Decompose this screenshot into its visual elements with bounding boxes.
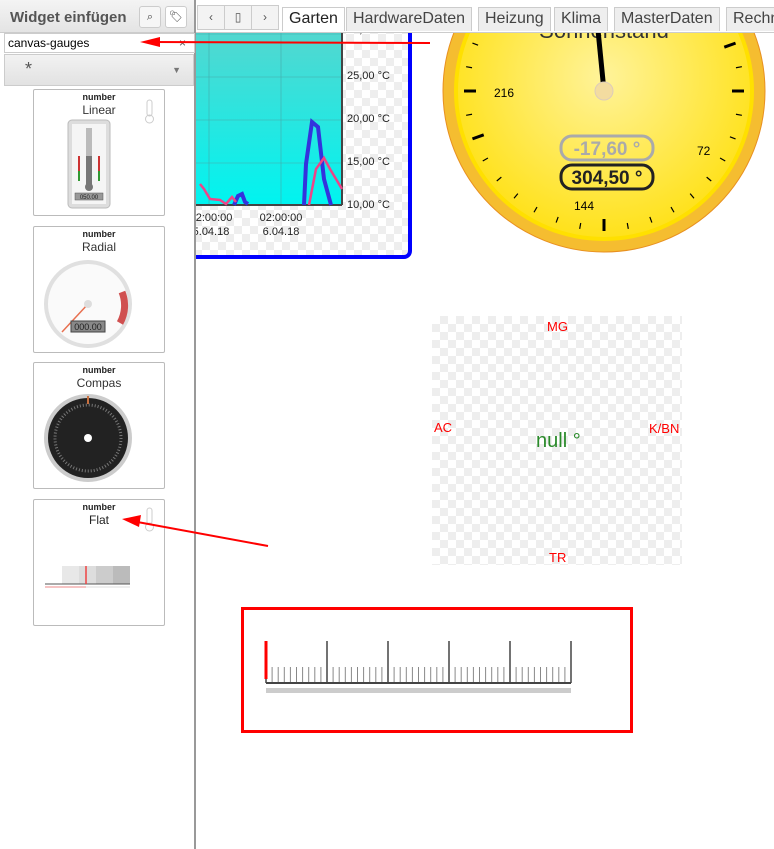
radial-gauge-preview: 000.00: [44, 260, 132, 348]
sidebar-title: Widget einfügen: [10, 9, 127, 26]
tag-icon[interactable]: 🏷: [165, 6, 187, 28]
thermometer-icon: [145, 99, 154, 124]
filter-value: *: [25, 59, 33, 79]
tab-heizung[interactable]: Heizung: [478, 7, 551, 31]
tab-hardwaredaten[interactable]: HardwareDaten: [346, 7, 473, 31]
view-tab-bar: ‹ ▯ › Garten HardwareDaten Heizung Klima…: [196, 0, 774, 33]
compass-widget[interactable]: MG AC K/BN TR null °: [432, 316, 682, 565]
search-icon[interactable]: ⌕: [139, 6, 161, 28]
linear-preview-value: 050.00: [80, 195, 99, 201]
widget-set-select[interactable]: * ▼: [4, 54, 194, 86]
compass-label-right: K/BN: [649, 421, 680, 436]
radial-preview-value: 000.00: [74, 322, 102, 332]
compass-label-top: MG: [547, 319, 568, 334]
gauge-value-1: -17,60 °: [574, 139, 641, 160]
sun-position-gauge[interactable]: Sonnenstand 216 72 144 -17,60 ° 304,50 °: [434, 0, 774, 260]
scale-bar: [266, 688, 571, 693]
flat-gauge-scale: [264, 641, 572, 693]
widget-card-radial[interactable]: number Radial 000.00: [33, 226, 165, 353]
thermometer-icon: [145, 507, 154, 532]
widget-card-flat[interactable]: number Flat: [33, 499, 165, 626]
tab-next-button[interactable]: ›: [251, 5, 279, 30]
gauge-tick-label: 216: [494, 86, 514, 100]
widget-card-compas[interactable]: number Compas: [33, 362, 165, 489]
gauge-tick-label: 72: [697, 144, 711, 158]
y-tick: 20,00 °C: [347, 113, 390, 125]
y-tick: 15,00 °C: [347, 156, 390, 168]
compass-label-bottom: TR: [549, 550, 567, 565]
y-tick: 10,00 °C: [347, 199, 390, 211]
y-tick: 25,00 °C: [347, 70, 390, 82]
tab-rechn[interactable]: Rechn: [726, 7, 774, 31]
flat-gauge-widget[interactable]: [241, 607, 633, 733]
gauge-tick-label: 144: [574, 199, 594, 213]
linear-gauge-preview: 050.00: [67, 99, 154, 209]
tab-klima[interactable]: Klima: [554, 7, 609, 31]
widget-search-input[interactable]: canvas-gauges ×: [4, 33, 195, 53]
tab-garten[interactable]: Garten: [282, 7, 345, 31]
compass-gauge-preview: [44, 394, 132, 482]
widget-sidebar: Widget einfügen ⌕ 🏷 canvas-gauges × * ▼ …: [0, 0, 196, 849]
widget-card-linear[interactable]: number Linear 050.00: [33, 89, 165, 216]
search-value: canvas-gauges: [8, 36, 90, 50]
tab-prev-button[interactable]: ‹: [197, 5, 225, 30]
tab-masterdaten[interactable]: MasterDaten: [614, 7, 720, 31]
compass-value: null °: [536, 430, 581, 452]
flat-gauge-preview: [45, 507, 154, 588]
gauge-value-2: 304,50 °: [572, 168, 643, 189]
clear-search-icon[interactable]: ×: [179, 36, 186, 50]
sidebar-header: Widget einfügen ⌕ 🏷: [0, 0, 194, 33]
chevron-down-icon: ▼: [172, 65, 181, 75]
x-tick: 02:00:00 6.04.18: [259, 212, 303, 238]
clipboard-icon[interactable]: ▯: [224, 5, 252, 30]
compass-label-left: AC: [434, 420, 453, 435]
